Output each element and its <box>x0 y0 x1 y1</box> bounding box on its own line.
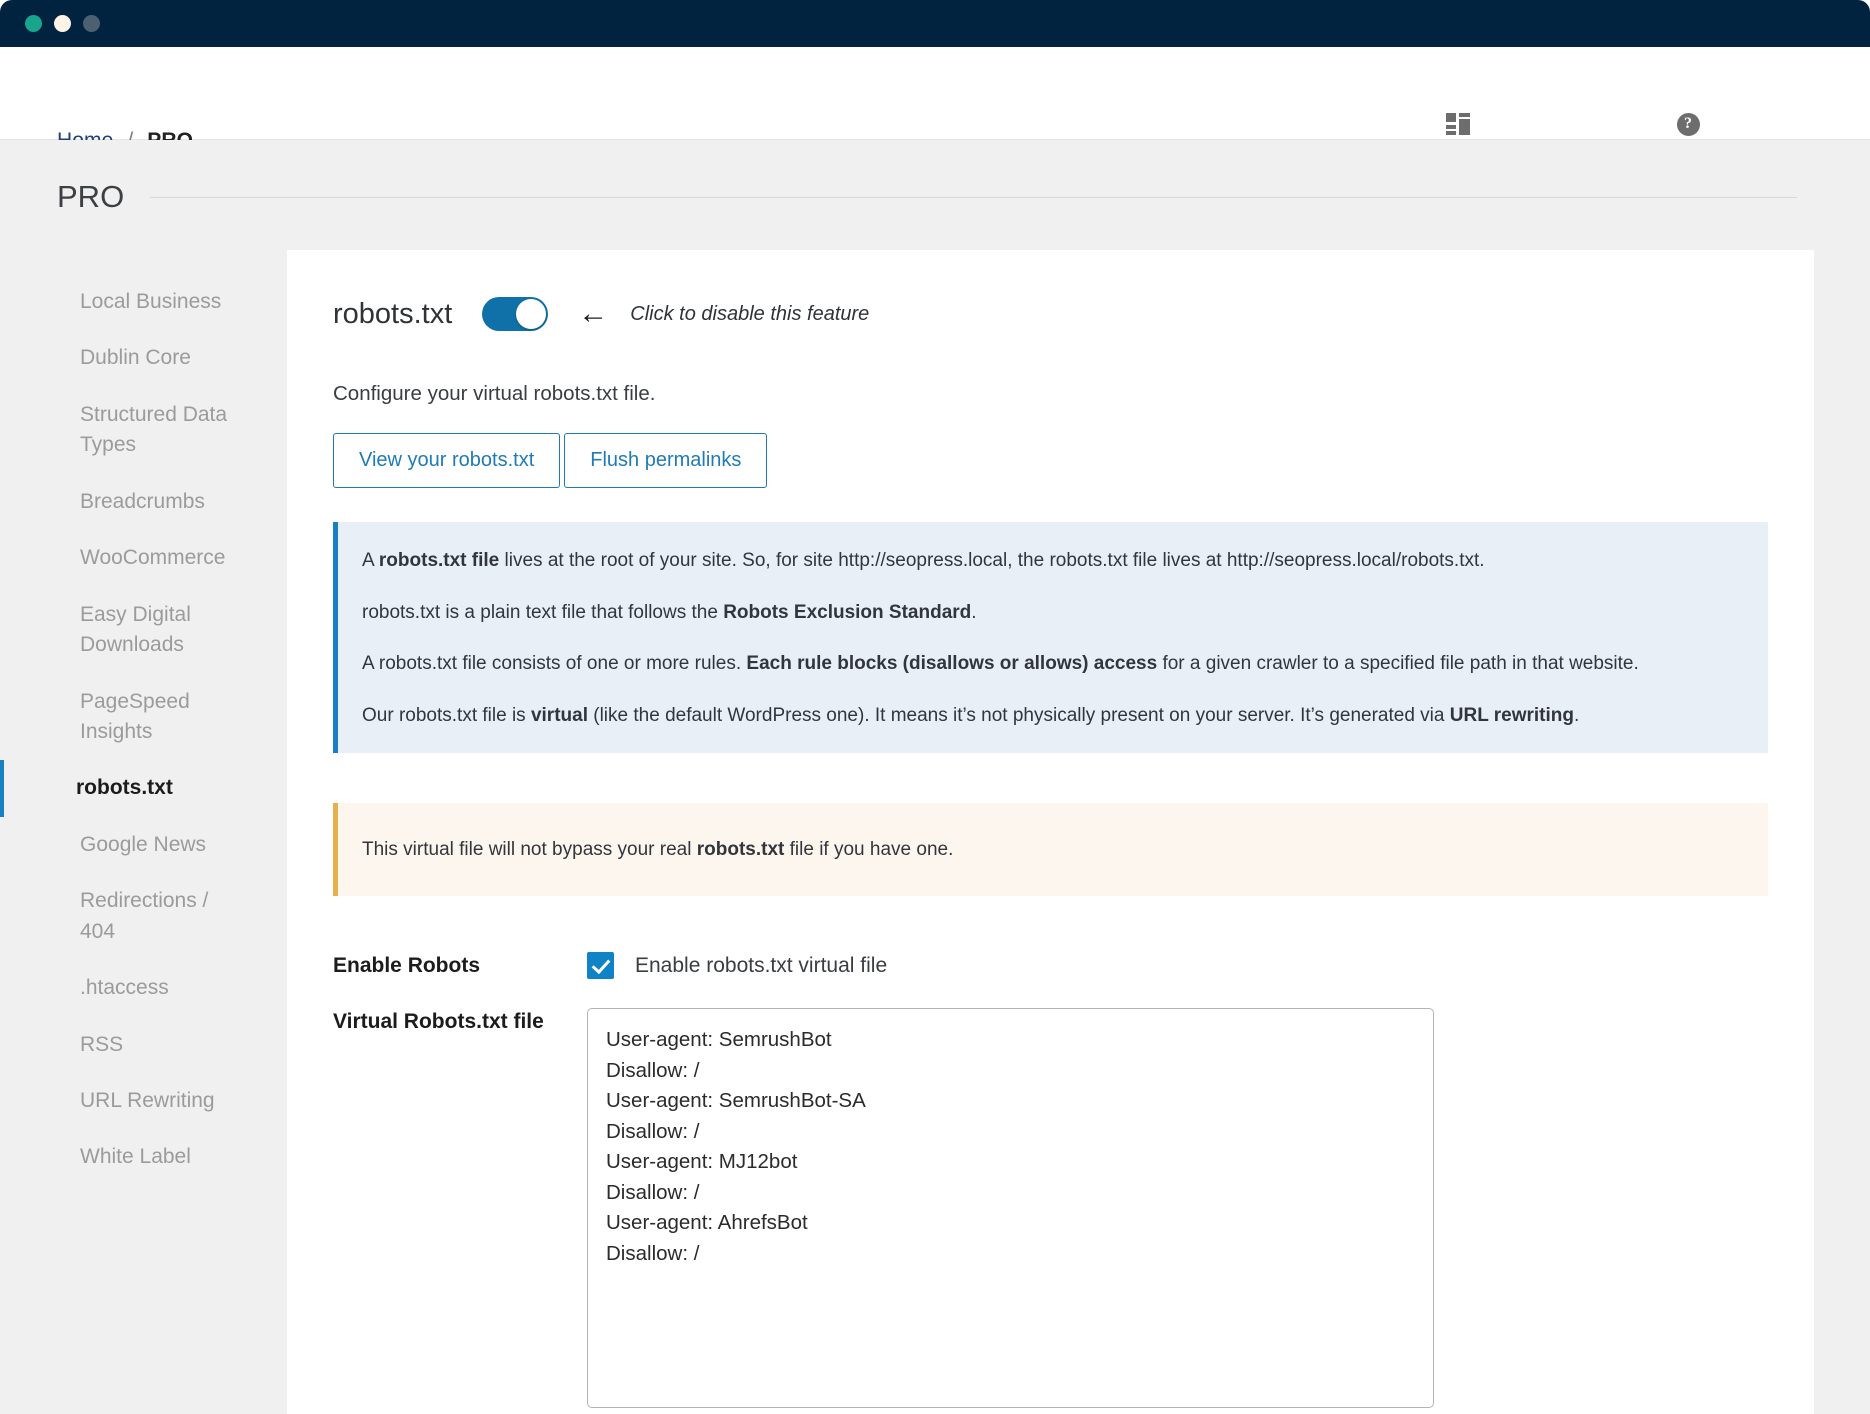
sidebar-item-label: Redirections / 404 <box>80 889 209 943</box>
minimize-button[interactable] <box>54 15 71 32</box>
sidebar-item-dublin-core[interactable]: Dublin Core <box>0 330 247 386</box>
virtual-file-row: Virtual Robots.txt file <box>333 1008 1768 1409</box>
enable-robots-checkbox-wrap[interactable]: Enable robots.txt virtual file <box>587 952 888 980</box>
info-notice-text: robots.txt file <box>378 550 500 571</box>
enable-robots-label: Enable Robots <box>333 954 481 978</box>
info-notice-text: lives at the root of your site. So, for … <box>499 550 1485 571</box>
page-title-row: PRO <box>57 179 1797 215</box>
sidebar-item-label: WooCommerce <box>80 546 226 570</box>
sidebar-item-white-label[interactable]: White Label <box>0 1129 247 1185</box>
sidebar-item-pagespeed-insights[interactable]: PageSpeed Insights <box>0 674 247 761</box>
sidebar-item-easy-digital-downloads[interactable]: Easy Digital Downloads <box>0 587 247 674</box>
info-notice-text: . <box>971 601 977 623</box>
sidebar-item-label: robots.txt <box>76 776 173 800</box>
info-notice-paragraph: robots.txt is a plain text file that fol… <box>362 600 1738 626</box>
info-notice-text: Our robots.txt file is <box>362 704 531 726</box>
info-notice-text: Robots Exclusion Standard <box>723 601 972 623</box>
flush-permalinks-button[interactable]: Flush permalinks <box>564 433 768 488</box>
info-notice-text: Each rule blocks (disallows or allows) a… <box>746 653 1158 675</box>
info-notice: A robots.txt file lives at the root of y… <box>333 522 1768 753</box>
sidebar-item-label: Dublin Core <box>80 346 191 370</box>
info-notice-text: . <box>1573 704 1580 726</box>
admin-bar: Home / PRO Display ? Documentation <box>0 47 1870 167</box>
sidebar-item-woocommerce[interactable]: WooCommerce <box>0 530 247 586</box>
virtual-robots-textarea[interactable] <box>587 1008 1434 1409</box>
sidebar-item-label: Easy Digital Downloads <box>80 602 191 657</box>
maximize-button[interactable] <box>83 15 100 32</box>
sidebar-item-label: White Label <box>80 1145 191 1169</box>
info-notice-text: robots.txt is a plain text file that fol… <box>362 601 724 623</box>
info-notice-text: for a given crawler to a specified file … <box>1157 653 1639 675</box>
arrow-left-icon: ← <box>578 297 609 330</box>
view-robots-button[interactable]: View your robots.txt <box>333 433 561 488</box>
feature-button-row: View your robots.txt Flush permalinks <box>333 433 1768 488</box>
page-title-divider <box>150 196 1797 198</box>
feature-description: Configure your virtual robots.txt file. <box>333 382 656 405</box>
warning-notice: This virtual file will not bypass your r… <box>333 802 1768 897</box>
info-notice-paragraph: A robots.txt file consists of one or mor… <box>362 651 1738 677</box>
sidebar-item-rss[interactable]: RSS <box>0 1017 247 1073</box>
sidebar-item-local-business[interactable]: Local Business <box>0 274 247 330</box>
settings-card: robots.txt ← Click to disable this featu… <box>287 250 1814 1414</box>
warning-notice-text: file if you have one. <box>784 838 954 860</box>
sidebar-item-label: RSS <box>80 1032 124 1056</box>
info-notice-text: (like the default WordPress one). It mea… <box>587 704 1450 726</box>
window-controls <box>25 15 100 32</box>
virtual-file-label: Virtual Robots.txt file <box>333 1010 544 1034</box>
info-notice-paragraph: A robots.txt file lives at the root of y… <box>362 548 1738 574</box>
sidebar-item-google-news[interactable]: Google News <box>0 817 247 873</box>
sidebar-item-label: PageSpeed Insights <box>80 689 190 743</box>
sidebar-item-robots-txt[interactable]: robots.txt <box>0 760 247 817</box>
enable-robots-checkbox[interactable] <box>587 952 614 980</box>
info-notice-text: virtual <box>530 704 588 726</box>
sidebar-item-url-rewriting[interactable]: URL Rewriting <box>0 1073 247 1129</box>
sidebar-item-structured-data-types[interactable]: Structured Data Types <box>0 387 247 474</box>
warning-notice-text: This virtual file will not bypass your r… <box>362 838 697 860</box>
sidebar-item-redirections-404[interactable]: Redirections / 404 <box>0 873 247 960</box>
sidebar-item-label: Breadcrumbs <box>80 489 205 513</box>
warning-notice-text: robots.txt <box>696 838 785 860</box>
close-button[interactable] <box>25 15 42 32</box>
app-window: Home / PRO Display ? Documentation PRO <box>0 0 1870 1414</box>
sidebar-item-breadcrumbs[interactable]: Breadcrumbs <box>0 474 247 530</box>
info-notice-paragraph: Our robots.txt file is virtual (like the… <box>362 703 1738 729</box>
info-notice-text: A robots.txt file consists of one or mor… <box>362 653 747 675</box>
info-notice-text: URL rewriting <box>1449 704 1574 726</box>
enable-robots-checkbox-label: Enable robots.txt virtual file <box>635 953 888 977</box>
warning-notice-paragraph: This virtual file will not bypass your r… <box>362 837 1738 863</box>
question-circle-icon: ? <box>1676 111 1700 137</box>
feature-header: robots.txt ← Click to disable this featu… <box>333 288 1768 340</box>
settings-sidebar: Local Business Dublin Core Structured Data… <box>0 250 287 1186</box>
sidebar-item-label: Google News <box>80 832 207 856</box>
sidebar-item-label: Structured Data Types <box>80 402 228 457</box>
info-notice-text: A <box>362 550 379 571</box>
sidebar-item-label: .htaccess <box>80 976 169 1000</box>
feature-title: robots.txt <box>333 297 453 330</box>
page-body: PRO Local Business Dublin Core Structured … <box>0 140 1870 1414</box>
feature-toggle-hint: Click to disable this feature <box>630 302 870 325</box>
enable-robots-row: Enable Robots Enable robots.txt virtual … <box>333 952 1768 980</box>
sidebar-item-htaccess[interactable]: .htaccess <box>0 960 247 1016</box>
layout-display-icon <box>1446 111 1470 137</box>
sidebar-item-label: Local Business <box>80 290 222 313</box>
sidebar-item-label: URL Rewriting <box>80 1089 215 1112</box>
window-titlebar <box>0 0 1870 47</box>
feature-toggle[interactable] <box>482 297 549 331</box>
page-title: PRO <box>57 179 125 214</box>
toggle-knob <box>516 299 547 329</box>
